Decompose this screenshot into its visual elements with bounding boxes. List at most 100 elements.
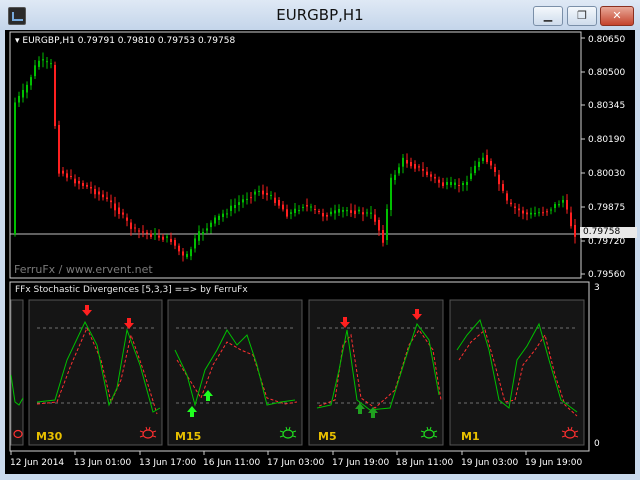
candle-body bbox=[82, 183, 84, 186]
candle-body bbox=[402, 157, 404, 167]
chart-frame[interactable]: ▾ EURGBP,H1 0.79791 0.79810 0.79753 0.79… bbox=[5, 30, 637, 474]
candle-body bbox=[62, 170, 64, 174]
indicator-title: FFx Stochastic Divergences [5,3,3] ==> b… bbox=[15, 285, 248, 295]
candle-body bbox=[42, 59, 44, 61]
stoch-panel-m15 bbox=[167, 299, 303, 446]
time-tick: 17 Jun 03:00 bbox=[267, 458, 325, 468]
price-tick: 0.79720 bbox=[588, 237, 626, 247]
price-tick: 0.80030 bbox=[588, 169, 626, 179]
candle-body bbox=[518, 208, 520, 211]
candle-body bbox=[290, 212, 292, 214]
candle-body bbox=[242, 199, 244, 203]
watermark: FerruFx / www.ervent.net bbox=[14, 263, 153, 276]
candle-body bbox=[50, 63, 52, 65]
candle-body bbox=[502, 184, 504, 191]
candle-body bbox=[130, 222, 132, 229]
timeframe-label-m30: M30 bbox=[36, 430, 63, 443]
candle-body bbox=[510, 202, 512, 205]
candle-body bbox=[190, 249, 192, 257]
restore-button[interactable]: ❐ bbox=[567, 6, 597, 26]
candle-body bbox=[314, 209, 316, 210]
candle-body bbox=[110, 200, 112, 203]
candle-body bbox=[126, 217, 128, 221]
candle-body bbox=[102, 194, 104, 198]
candle-body bbox=[362, 212, 364, 215]
candle-body bbox=[310, 206, 312, 208]
candle-body bbox=[494, 167, 496, 173]
candle-body bbox=[162, 236, 164, 240]
candle-body bbox=[462, 183, 464, 185]
candle-body bbox=[274, 197, 276, 203]
candle-body bbox=[22, 89, 24, 98]
candle-body bbox=[246, 198, 248, 200]
candle-body bbox=[474, 165, 476, 173]
candle-body bbox=[546, 211, 548, 213]
candle-body bbox=[370, 212, 372, 214]
candle-body bbox=[14, 102, 16, 234]
time-tick: 12 Jun 2014 bbox=[10, 458, 65, 468]
candle-body bbox=[450, 182, 452, 185]
candle-body bbox=[194, 238, 196, 249]
indicator-scale-bottom: 0 bbox=[594, 439, 600, 449]
candle-body bbox=[158, 235, 160, 238]
candle-body bbox=[486, 155, 488, 163]
candle-body bbox=[570, 212, 572, 227]
candle-body bbox=[350, 210, 352, 213]
candle-body bbox=[538, 212, 540, 214]
stoch-panel-m1 bbox=[449, 299, 585, 446]
candle-body bbox=[74, 178, 76, 184]
candle-body bbox=[410, 162, 412, 167]
chart-canvas[interactable] bbox=[5, 30, 635, 474]
candle-body bbox=[182, 251, 184, 256]
candle-body bbox=[90, 187, 92, 189]
candle-body bbox=[86, 185, 88, 187]
close-button[interactable]: ✕ bbox=[600, 6, 634, 26]
candle-body bbox=[166, 236, 168, 238]
time-tick: 13 Jun 17:00 bbox=[139, 458, 197, 468]
candle-body bbox=[318, 211, 320, 212]
candle-body bbox=[330, 211, 332, 215]
candle-body bbox=[554, 204, 556, 208]
candle-body bbox=[406, 160, 408, 164]
candle-body bbox=[530, 212, 532, 215]
candle-body bbox=[458, 185, 460, 187]
candle-body bbox=[434, 177, 436, 179]
candle-body bbox=[46, 61, 48, 63]
candle-body bbox=[374, 214, 376, 222]
price-tick: 0.80190 bbox=[588, 135, 626, 145]
candle-body bbox=[218, 215, 220, 220]
stoch-panel-m5 bbox=[308, 299, 444, 446]
candle-body bbox=[562, 199, 564, 203]
candle-body bbox=[34, 65, 36, 77]
candle-body bbox=[278, 200, 280, 206]
time-tick: 16 Jun 11:00 bbox=[203, 458, 261, 468]
candle-body bbox=[498, 174, 500, 185]
candle-body bbox=[550, 209, 552, 211]
candle-body bbox=[78, 181, 80, 184]
candle-body bbox=[322, 213, 324, 217]
candle-body bbox=[566, 200, 568, 210]
candle-body bbox=[430, 174, 432, 177]
minimize-button[interactable]: ▁ bbox=[533, 6, 563, 26]
candle-body bbox=[386, 209, 388, 240]
candle-body bbox=[106, 197, 108, 199]
candle-body bbox=[58, 125, 60, 174]
timeframe-label-m1: M1 bbox=[461, 430, 480, 443]
price-tick: 0.80500 bbox=[588, 68, 626, 78]
candle-body bbox=[134, 227, 136, 229]
candle-body bbox=[206, 228, 208, 231]
stoch-panel-partial bbox=[10, 299, 24, 446]
candle-body bbox=[418, 166, 420, 168]
dropdown-triangle-icon[interactable]: ▾ bbox=[15, 36, 20, 46]
candle-body bbox=[390, 177, 392, 210]
candle-body bbox=[394, 174, 396, 180]
candle-body bbox=[238, 202, 240, 205]
candle-body bbox=[506, 193, 508, 201]
candle-body bbox=[170, 238, 172, 242]
candle-body bbox=[38, 60, 40, 67]
current-price-label: 0.79758 bbox=[580, 227, 637, 238]
candle-body bbox=[326, 215, 328, 217]
candle-body bbox=[70, 176, 72, 177]
title-bar: EURGBP,H1 ▁ ❐ ✕ bbox=[0, 0, 640, 30]
candle-body bbox=[54, 65, 56, 127]
